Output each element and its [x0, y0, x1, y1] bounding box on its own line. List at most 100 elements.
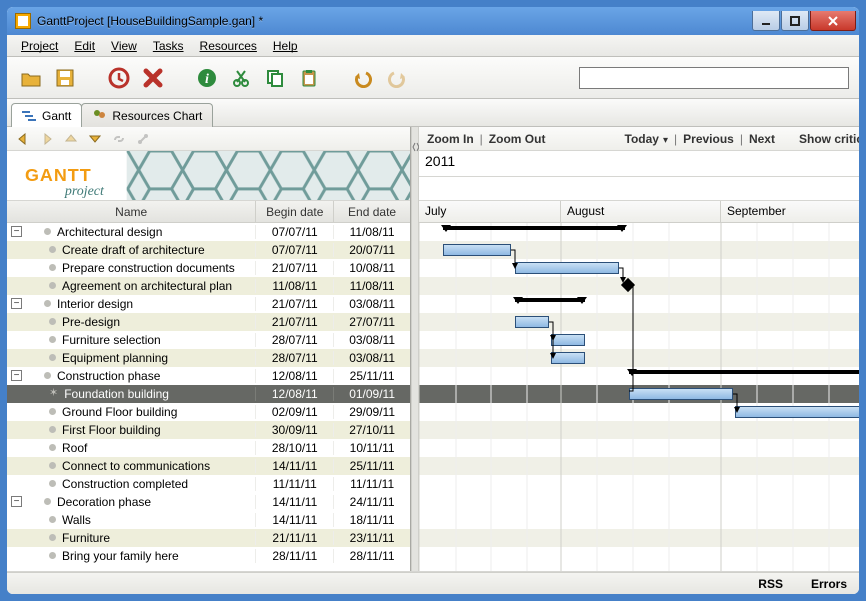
table-row[interactable]: Connect to communications14/11/1125/11/1…: [7, 457, 410, 475]
task-bar[interactable]: [551, 352, 585, 364]
task-end: 28/11/11: [334, 549, 410, 563]
table-row[interactable]: Pre-design21/07/1127/07/11: [7, 313, 410, 331]
maximize-button[interactable]: [781, 11, 809, 31]
table-row[interactable]: Agreement on architectural plan11/08/111…: [7, 277, 410, 295]
column-name[interactable]: Name: [7, 201, 256, 222]
cut-button[interactable]: [227, 64, 255, 92]
table-row[interactable]: −Architectural design07/07/1111/08/11: [7, 223, 410, 241]
paste-button[interactable]: [295, 64, 323, 92]
today-button[interactable]: Today: [625, 132, 668, 146]
table-row[interactable]: ✶Foundation building12/08/1101/09/11: [7, 385, 410, 403]
month-august: August: [561, 201, 721, 222]
info-button[interactable]: i: [193, 64, 221, 92]
column-end[interactable]: End date: [334, 201, 410, 222]
task-begin: 02/09/11: [256, 405, 334, 419]
task-bar[interactable]: [551, 334, 585, 346]
pane-splitter[interactable]: [411, 127, 419, 571]
task-end: 11/11/11: [334, 477, 410, 491]
task-marker-icon: [49, 282, 56, 289]
table-row[interactable]: Walls14/11/1118/11/11: [7, 511, 410, 529]
task-begin: 21/07/11: [256, 297, 334, 311]
task-end: 03/08/11: [334, 351, 410, 365]
menu-edit[interactable]: Edit: [66, 36, 103, 56]
table-row[interactable]: Create draft of architecture07/07/1120/0…: [7, 241, 410, 259]
task-name-label: Furniture selection: [62, 333, 161, 347]
table-row[interactable]: Bring your family here28/11/1128/11/11: [7, 547, 410, 565]
unlink-button[interactable]: [109, 129, 129, 149]
zoom-in-button[interactable]: Zoom In: [427, 132, 474, 146]
milestone-marker[interactable]: [621, 278, 635, 292]
table-row[interactable]: Prepare construction documents21/07/1110…: [7, 259, 410, 277]
task-begin: 14/11/11: [256, 495, 334, 509]
task-bar[interactable]: [515, 262, 619, 274]
task-bar[interactable]: [443, 244, 511, 256]
task-marker-icon: [49, 462, 56, 469]
next-button[interactable]: Next: [749, 132, 775, 146]
task-marker-icon: [49, 534, 56, 541]
save-button[interactable]: [51, 64, 79, 92]
table-row[interactable]: Furniture selection28/07/1103/08/11: [7, 331, 410, 349]
collapse-toggle[interactable]: −: [11, 226, 22, 237]
table-row[interactable]: Furniture21/11/1123/11/11: [7, 529, 410, 547]
table-row[interactable]: First Floor building30/09/1127/10/11: [7, 421, 410, 439]
task-name-label: Interior design: [57, 297, 133, 311]
table-row[interactable]: Equipment planning28/07/1103/08/11: [7, 349, 410, 367]
status-rss[interactable]: RSS: [758, 577, 783, 591]
open-button[interactable]: [17, 64, 45, 92]
table-row[interactable]: Roof28/10/1110/11/11: [7, 439, 410, 457]
task-begin: 11/08/11: [256, 279, 334, 293]
gantt-chart-body[interactable]: [419, 223, 859, 571]
view-tabs: Gantt Resources Chart: [7, 99, 859, 127]
task-end: 03/08/11: [334, 297, 410, 311]
menu-resources[interactable]: Resources: [192, 36, 265, 56]
task-bar[interactable]: [515, 316, 549, 328]
task-name-label: Ground Floor building: [62, 405, 177, 419]
task-begin: 28/07/11: [256, 333, 334, 347]
close-button[interactable]: [810, 11, 856, 31]
menu-project[interactable]: Project: [13, 36, 66, 56]
nav-back-button[interactable]: [13, 129, 33, 149]
nav-up-button[interactable]: [61, 129, 81, 149]
task-marker-icon: [49, 354, 56, 361]
previous-button[interactable]: Previous: [683, 132, 734, 146]
task-marker-icon: [44, 372, 51, 379]
menu-view[interactable]: View: [103, 36, 145, 56]
menu-tasks[interactable]: Tasks: [145, 36, 192, 56]
task-marker-icon: [44, 300, 51, 307]
task-begin: 14/11/11: [256, 459, 334, 473]
month-september: September: [721, 201, 859, 222]
undo-button[interactable]: [349, 64, 377, 92]
task-begin: 12/08/11: [256, 369, 334, 383]
table-row[interactable]: Ground Floor building02/09/1129/09/11: [7, 403, 410, 421]
minimize-button[interactable]: [752, 11, 780, 31]
redo-button[interactable]: [383, 64, 411, 92]
table-row[interactable]: Construction completed11/11/1111/11/11: [7, 475, 410, 493]
table-row[interactable]: −Construction phase12/08/1125/11/11: [7, 367, 410, 385]
table-row[interactable]: −Decoration phase14/11/1124/11/11: [7, 493, 410, 511]
status-errors[interactable]: Errors: [811, 577, 847, 591]
collapse-toggle[interactable]: −: [11, 370, 22, 381]
nav-forward-button[interactable]: [37, 129, 57, 149]
zoom-out-button[interactable]: Zoom Out: [489, 132, 546, 146]
collapse-toggle[interactable]: −: [11, 496, 22, 507]
task-marker-icon: [49, 246, 56, 253]
task-name-label: Pre-design: [62, 315, 120, 329]
column-begin[interactable]: Begin date: [256, 201, 334, 222]
link-button[interactable]: [133, 129, 153, 149]
delete-task-button[interactable]: [139, 64, 167, 92]
table-row[interactable]: − Interior design 21/07/1103/08/11: [7, 295, 410, 313]
add-task-button[interactable]: [105, 64, 133, 92]
right-banner-spacer: [419, 177, 859, 201]
search-input[interactable]: [579, 67, 849, 89]
nav-down-button[interactable]: [85, 129, 105, 149]
tab-gantt[interactable]: Gantt: [11, 103, 82, 127]
task-end: 18/11/11: [334, 513, 410, 527]
tab-resources[interactable]: Resources Chart: [81, 103, 213, 127]
collapse-toggle[interactable]: −: [11, 298, 22, 309]
menu-help[interactable]: Help: [265, 36, 306, 56]
task-bar[interactable]: [735, 406, 859, 418]
task-bar[interactable]: [629, 388, 733, 400]
task-name-label: Prepare construction documents: [62, 261, 235, 275]
show-critical-button[interactable]: Show critic: [799, 132, 859, 146]
copy-button[interactable]: [261, 64, 289, 92]
